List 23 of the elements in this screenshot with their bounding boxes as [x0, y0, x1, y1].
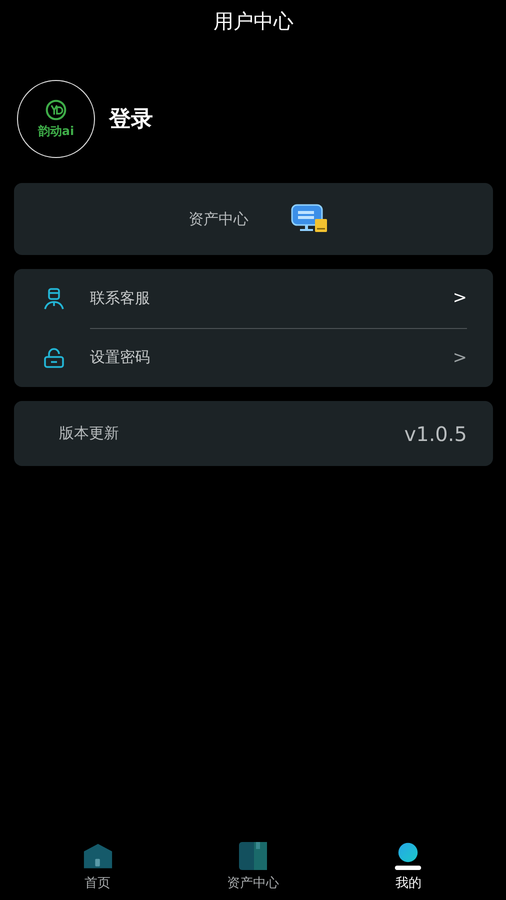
logo-mark-icon [45, 98, 67, 120]
home-icon [82, 842, 113, 870]
version-card[interactable]: 版本更新 v1.0.5 [14, 401, 493, 466]
asset-center-label: 资产中心 [188, 210, 248, 228]
login-link[interactable]: 登录 [109, 104, 153, 134]
menu-item[interactable]: 联系客服 > [14, 269, 493, 328]
version-number: v1.0.5 [404, 422, 467, 446]
logo-avatar[interactable]: 韵动ai [17, 80, 95, 158]
nav-tab[interactable]: 资产中心 [208, 842, 298, 892]
page-title: 用户中心 [212, 8, 294, 35]
chevron-icon: > [452, 348, 467, 368]
asset-center-card[interactable]: 资产中心 [14, 183, 493, 255]
nav-tab[interactable]: 首页 [52, 842, 143, 892]
logo-text: 韵动ai [38, 122, 74, 140]
chevron-icon: > [452, 288, 467, 308]
menu-item-label: 设置密码 [90, 348, 150, 367]
menu-item-label: 联系客服 [90, 288, 150, 308]
version-label: 版本更新 [59, 424, 119, 443]
monitor-icon [290, 204, 328, 234]
book-icon [238, 842, 268, 870]
nav-tab[interactable]: 我的 [363, 842, 454, 892]
lock-icon [42, 346, 66, 370]
menu-item[interactable]: 设置密码 > [14, 328, 493, 387]
